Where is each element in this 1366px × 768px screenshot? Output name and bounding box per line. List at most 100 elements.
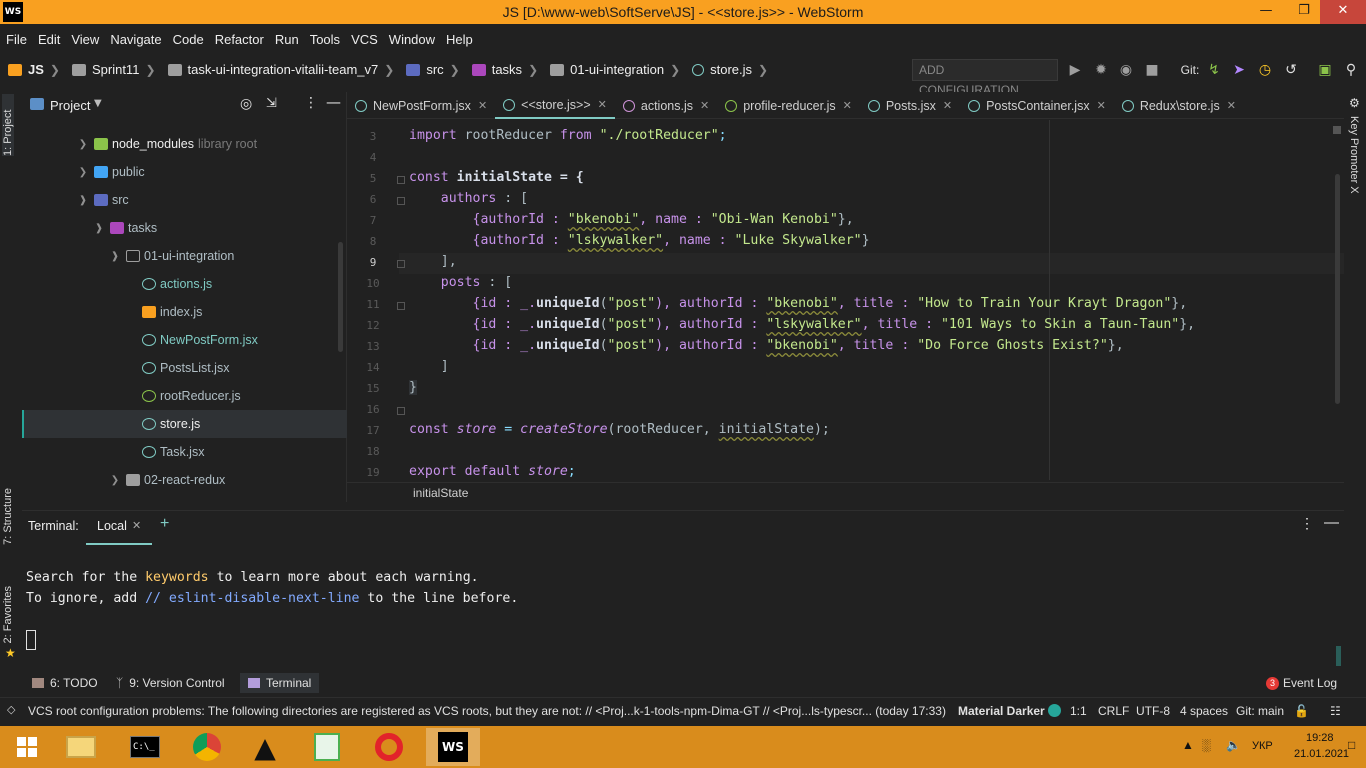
event-log-tool-button[interactable]: 3 Event Log bbox=[1266, 676, 1337, 690]
tab-profile-reducer[interactable]: profile-reducer.js ✕ bbox=[717, 92, 860, 119]
menu-vcs[interactable]: VCS bbox=[351, 28, 378, 52]
terminal-tool-button[interactable]: Terminal bbox=[240, 673, 320, 693]
file-encoding[interactable]: UTF-8 bbox=[1136, 704, 1170, 718]
add-configuration-button[interactable]: ADD CONFIGURATION... bbox=[912, 59, 1058, 97]
webstorm-app[interactable]: WS bbox=[426, 728, 480, 766]
key-promoter-tool-button[interactable]: Key Promoter X bbox=[1348, 116, 1360, 194]
warning-icon[interactable]: ◇ bbox=[7, 703, 15, 716]
close-icon[interactable]: ✕ bbox=[132, 519, 141, 532]
status-message[interactable]: VCS root configuration problems: The fol… bbox=[28, 704, 946, 718]
network-signal-icon[interactable]: ░ bbox=[1202, 738, 1211, 752]
tray-chevron-icon[interactable]: ▲ bbox=[1182, 738, 1194, 752]
tab-store-js[interactable]: <<store.js>> ✕ bbox=[495, 92, 615, 119]
tree-item-ui-integration[interactable]: ❱ 01-ui-integration bbox=[22, 242, 347, 270]
tree-item-actions-js[interactable]: actions.js bbox=[22, 270, 347, 298]
stop-icon[interactable]: ■ bbox=[1143, 61, 1161, 79]
code-editor[interactable]: 3 4 5 6 7 8 9 10 11 12 13 14 15 16 17 18… bbox=[347, 120, 1344, 480]
git-push-icon[interactable]: ➤ bbox=[1230, 61, 1248, 79]
breadcrumb-item-src[interactable]: src ❯ bbox=[406, 62, 467, 77]
caret-position[interactable]: 1:1 bbox=[1070, 704, 1087, 718]
tree-item-task-jsx[interactable]: Task.jsx bbox=[22, 438, 347, 466]
coverage-icon[interactable]: ◉ bbox=[1117, 61, 1135, 79]
tree-item-index-js[interactable]: index.js bbox=[22, 298, 347, 326]
tree-item-store-js[interactable]: store.js bbox=[22, 410, 347, 438]
file-explorer-app[interactable] bbox=[54, 728, 108, 766]
terminal-toolbar-icon[interactable]: ▣ bbox=[1316, 61, 1334, 79]
more-options-icon[interactable]: ⋮ bbox=[1300, 515, 1314, 532]
tree-item-newpostform[interactable]: NewPostForm.jsx bbox=[22, 326, 347, 354]
breadcrumb-item-task[interactable]: task-ui-integration-vitalii-team_v7 ❯ bbox=[167, 62, 403, 77]
terminal-output[interactable]: Search for the keywords to learn more ab… bbox=[22, 546, 1344, 668]
indent-setting[interactable]: 4 spaces bbox=[1180, 704, 1228, 718]
search-icon[interactable]: ⚲ bbox=[1342, 61, 1360, 79]
menu-edit[interactable]: Edit bbox=[38, 28, 60, 52]
start-button[interactable] bbox=[0, 728, 54, 766]
restore-button[interactable]: ❐ bbox=[1286, 0, 1322, 24]
fold-marker[interactable] bbox=[397, 260, 405, 268]
debug-icon[interactable]: ✹ bbox=[1092, 61, 1110, 79]
tree-item-postslist[interactable]: PostsList.jsx bbox=[22, 354, 347, 382]
project-panel-title[interactable]: Project bbox=[50, 98, 90, 113]
inspection-indicator[interactable] bbox=[1333, 126, 1341, 134]
close-icon[interactable]: ✕ bbox=[598, 98, 607, 111]
structure-tool-button[interactable]: 7: Structure bbox=[2, 488, 14, 545]
lock-icon[interactable]: 🔓 bbox=[1294, 704, 1309, 718]
git-update-icon[interactable]: ↯ bbox=[1205, 61, 1223, 79]
tab-actions-js[interactable]: actions.js ✕ bbox=[615, 92, 717, 119]
project-tool-button[interactable]: 1: Project bbox=[2, 94, 14, 156]
close-icon[interactable]: ✕ bbox=[943, 99, 952, 112]
breadcrumb-item-ui-integration[interactable]: 01-ui-integration ❯ bbox=[550, 62, 688, 77]
menu-navigate[interactable]: Navigate bbox=[110, 28, 161, 52]
line-separator[interactable]: CRLF bbox=[1098, 704, 1129, 718]
close-icon[interactable]: ✕ bbox=[1227, 99, 1236, 112]
editor-app[interactable] bbox=[300, 728, 354, 766]
memory-indicator-icon[interactable]: ☷ bbox=[1330, 704, 1341, 718]
git-branch[interactable]: Git: main bbox=[1236, 704, 1284, 718]
menu-tools[interactable]: Tools bbox=[310, 28, 340, 52]
menu-view[interactable]: View bbox=[71, 28, 99, 52]
fold-marker[interactable] bbox=[397, 302, 405, 310]
terminal-tab-local[interactable]: Local ✕ bbox=[86, 511, 152, 545]
clock-date[interactable]: 21.01.2021 bbox=[1294, 748, 1349, 760]
hide-panel-icon[interactable]: — bbox=[326, 93, 341, 111]
rollback-icon[interactable]: ↺ bbox=[1282, 61, 1300, 79]
close-icon[interactable]: ✕ bbox=[478, 99, 487, 112]
breadcrumb-item-store[interactable]: store.js ❯ bbox=[692, 62, 776, 77]
opera-app[interactable] bbox=[362, 728, 416, 766]
tab-posts-jsx[interactable]: Posts.jsx ✕ bbox=[860, 92, 960, 119]
menu-file[interactable]: File bbox=[6, 28, 27, 52]
close-button[interactable]: ✕ bbox=[1320, 0, 1366, 24]
close-icon[interactable]: ✕ bbox=[700, 99, 709, 112]
collapse-all-icon[interactable]: ⇲ bbox=[266, 96, 277, 111]
menu-window[interactable]: Window bbox=[389, 28, 435, 52]
volume-icon[interactable]: 🔈 bbox=[1226, 738, 1241, 752]
tree-item-node-modules[interactable]: ❯ node_modules library root bbox=[22, 130, 347, 158]
tab-redux-store[interactable]: Redux\store.js ✕ bbox=[1114, 92, 1244, 119]
breadcrumb-item-tasks[interactable]: tasks ❯ bbox=[471, 62, 546, 77]
close-icon[interactable]: ✕ bbox=[843, 99, 852, 112]
fold-marker[interactable] bbox=[397, 176, 405, 184]
menu-run[interactable]: Run bbox=[275, 28, 299, 52]
chevron-down-icon[interactable]: ▼ bbox=[94, 98, 102, 109]
input-language[interactable]: УКР bbox=[1252, 740, 1273, 752]
notifications-icon[interactable]: □ bbox=[1348, 738, 1355, 752]
favorites-tool-button[interactable]: 2: Favorites bbox=[2, 586, 14, 643]
minimize-button[interactable]: — bbox=[1248, 0, 1284, 24]
close-icon[interactable]: ✕ bbox=[1097, 99, 1106, 112]
tree-item-tasks[interactable]: ❱ tasks bbox=[22, 214, 347, 242]
clock-time[interactable]: 19:28 bbox=[1306, 732, 1334, 744]
tree-item-public[interactable]: ❯ public bbox=[22, 158, 347, 186]
fold-marker[interactable] bbox=[397, 407, 405, 415]
tab-postscontainer[interactable]: PostsContainer.jsx ✕ bbox=[960, 92, 1114, 119]
theme-indicator[interactable]: Material Darker bbox=[958, 704, 1045, 718]
breadcrumb-item-js[interactable]: JS ❯ bbox=[8, 62, 68, 77]
tab-newpostform[interactable]: NewPostForm.jsx ✕ bbox=[347, 92, 495, 119]
terminal-scrollbar[interactable] bbox=[1336, 646, 1341, 666]
menu-refactor[interactable]: Refactor bbox=[215, 28, 264, 52]
history-icon[interactable]: ◷ bbox=[1256, 61, 1274, 79]
add-terminal-icon[interactable]: + bbox=[160, 515, 169, 533]
todo-tool-button[interactable]: 6: TODO bbox=[32, 676, 98, 690]
tree-item-react-redux[interactable]: ❯ 02-react-redux bbox=[22, 466, 347, 494]
editor-breadcrumb[interactable]: initialState bbox=[347, 482, 1344, 502]
editor-scrollbar[interactable] bbox=[1335, 174, 1340, 404]
